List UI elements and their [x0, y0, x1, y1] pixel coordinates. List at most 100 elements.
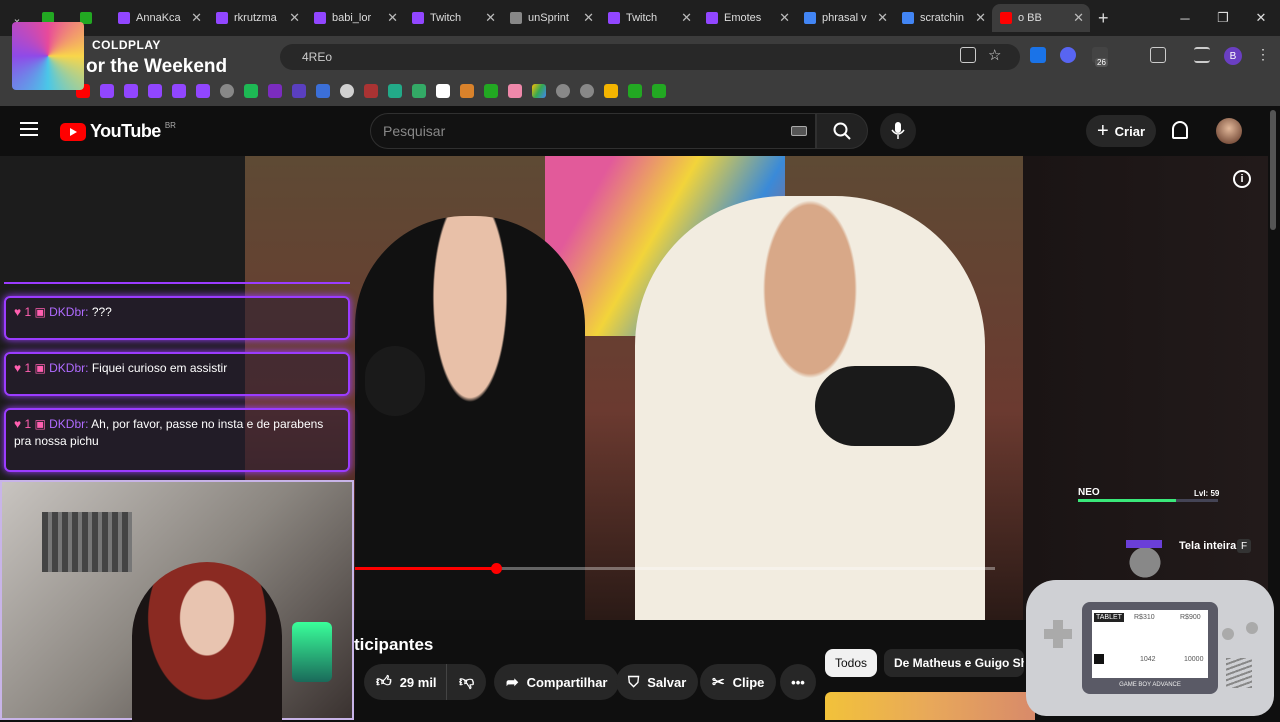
bookmark-yellow-icon[interactable]: [604, 84, 618, 98]
gba-speaker: [1226, 658, 1252, 688]
extension-count-badge: 26: [1095, 58, 1108, 67]
player-name: NEO: [1078, 487, 1100, 498]
video-player[interactable]: [245, 156, 1023, 620]
keyboard-icon[interactable]: [791, 126, 807, 136]
share-button[interactable]: ➦ Compartilhar: [494, 664, 620, 700]
search-button[interactable]: [816, 113, 868, 149]
create-label: Criar: [1114, 123, 1146, 139]
album-art: [12, 22, 84, 90]
notifications-bell-icon[interactable]: [1172, 121, 1188, 139]
bookmark-sheets-icon[interactable]: [628, 84, 642, 98]
bookmark-star-icon[interactable]: ☆: [988, 46, 1001, 64]
browser-tab[interactable]: o BB ✕: [992, 4, 1090, 32]
browser-tab[interactable]: Twitch ✕: [600, 4, 698, 32]
now-playing-overlay: COLDPLAY or the Weekend: [12, 20, 252, 92]
video-progress-bar[interactable]: [355, 563, 995, 574]
fullscreen-key-badge[interactable]: F: [1237, 539, 1251, 553]
tab-label: o BB: [1018, 12, 1042, 24]
tab-favicon-icon: [804, 12, 816, 24]
chip-channel[interactable]: De Matheus e Guigo Sho: [884, 649, 1024, 677]
dislike-button[interactable]: 👎︎: [446, 664, 487, 700]
tab-close-icon[interactable]: ✕: [1073, 10, 1084, 26]
extension-translate-icon[interactable]: [1030, 47, 1046, 63]
bookmark-sheets-icon[interactable]: [484, 84, 498, 98]
tab-close-icon[interactable]: ✕: [583, 10, 594, 26]
chat-text: Fiquei curioso em assistir: [91, 361, 228, 375]
tab-close-icon[interactable]: ✕: [877, 10, 888, 26]
maximize-button[interactable]: ❐: [1204, 0, 1242, 36]
reading-list-icon[interactable]: [1194, 47, 1210, 63]
clip-button[interactable]: ✂ Clipe: [700, 664, 777, 700]
like-button[interactable]: 👍︎ 29 mil: [364, 664, 449, 700]
youtube-logo[interactable]: YouTube BR: [60, 121, 176, 142]
account-avatar[interactable]: [1216, 118, 1242, 144]
extension-puzzle-icon[interactable]: [1150, 47, 1166, 63]
bookmark-purple-icon[interactable]: [292, 84, 306, 98]
tab-favicon-icon: [412, 12, 424, 24]
gameboy-overlay: TABLET R$310 R$900 1042 10000 GAME BOY A…: [1026, 580, 1274, 716]
bookmark-teal-icon[interactable]: [388, 84, 402, 98]
browser-menu-icon[interactable]: ⋮: [1256, 46, 1270, 63]
search-input[interactable]: Pesquisar: [370, 113, 816, 149]
browser-tab[interactable]: phrasal v ✕: [796, 4, 894, 32]
bookmark-sheets-icon[interactable]: [652, 84, 666, 98]
webcam-overlay: [0, 480, 354, 722]
close-window-button[interactable]: ✕: [1242, 0, 1280, 36]
gba-brand: GAME BOY ADVANCE: [1119, 682, 1181, 688]
bookmark-red-icon[interactable]: [364, 84, 378, 98]
player-level: Lvl: 59: [1194, 489, 1220, 498]
install-app-icon[interactable]: [960, 47, 976, 63]
youtube-play-icon: [60, 122, 86, 141]
bookmark-colorful-icon[interactable]: [508, 84, 522, 98]
tab-label: babi_lor: [332, 12, 372, 24]
bookmark-icon: ⛉: [628, 673, 640, 691]
video-person-left: [355, 216, 585, 620]
video-info-icon[interactable]: i: [1233, 170, 1251, 188]
like-count: 29 mil: [399, 674, 437, 690]
tab-label: Twitch: [626, 12, 658, 24]
bookmark-drive-icon[interactable]: [532, 84, 546, 98]
bookmark-green-icon[interactable]: [412, 84, 426, 98]
bookmark-globe-icon[interactable]: [580, 84, 594, 98]
tab-favicon-icon: [706, 12, 718, 24]
now-playing-track: or the Weekend: [86, 56, 228, 77]
tab-favicon-icon: [608, 12, 620, 24]
tab-close-icon[interactable]: ✕: [975, 10, 986, 26]
bookmark-purple-icon[interactable]: [268, 84, 282, 98]
chat-overlay: ♥ 1 ▣ DKDbr: ??? ♥ 1 ▣ DKDbr: Fiquei cur…: [0, 268, 352, 480]
gba-value-b: 10000: [1184, 656, 1204, 663]
tab-close-icon[interactable]: ✕: [779, 10, 790, 26]
gba-price-a: R$310: [1134, 614, 1155, 621]
share-icon: ➦: [506, 674, 519, 691]
tab-close-icon[interactable]: ✕: [681, 10, 692, 26]
create-button[interactable]: + Criar: [1086, 115, 1156, 147]
browser-tab[interactable]: Emotes ✕: [698, 4, 796, 32]
xp-bar-fill: [1078, 499, 1176, 502]
tab-close-icon[interactable]: ✕: [485, 10, 496, 26]
browser-tab[interactable]: scratchin ✕: [894, 4, 992, 32]
bookmark-globe-icon[interactable]: [556, 84, 570, 98]
browser-tab[interactable]: Twitch ✕: [404, 4, 502, 32]
recommendation-thumbnail[interactable]: [825, 692, 1035, 720]
address-bar[interactable]: 4REo: [280, 44, 1020, 70]
browser-tab[interactable]: unSprint ✕: [502, 4, 600, 32]
bookmark-discord-icon[interactable]: [340, 84, 354, 98]
extension-discord-icon[interactable]: [1060, 47, 1076, 63]
minimize-button[interactable]: ─: [1166, 0, 1204, 36]
chip-all[interactable]: Todos: [825, 649, 878, 677]
bookmark-blue-icon[interactable]: [316, 84, 330, 98]
new-tab-button[interactable]: +: [1098, 8, 1109, 29]
tab-close-icon[interactable]: ✕: [387, 10, 398, 26]
hamburger-menu-icon[interactable]: [20, 122, 38, 136]
profile-avatar[interactable]: B: [1224, 47, 1242, 65]
page-scrollbar[interactable]: [1270, 110, 1276, 230]
pet-sprite: [1118, 536, 1172, 580]
save-button[interactable]: ⛉ Salvar: [616, 664, 699, 700]
more-actions-button[interactable]: •••: [780, 664, 816, 700]
video-progress-scrubber[interactable]: [490, 563, 502, 574]
bookmark-orange-icon[interactable]: [460, 84, 474, 98]
browser-tab[interactable]: babi_lor ✕: [306, 4, 404, 32]
bookmark-amazon-icon[interactable]: [436, 84, 450, 98]
voice-search-button[interactable]: [880, 113, 916, 149]
tab-close-icon[interactable]: ✕: [289, 10, 300, 26]
